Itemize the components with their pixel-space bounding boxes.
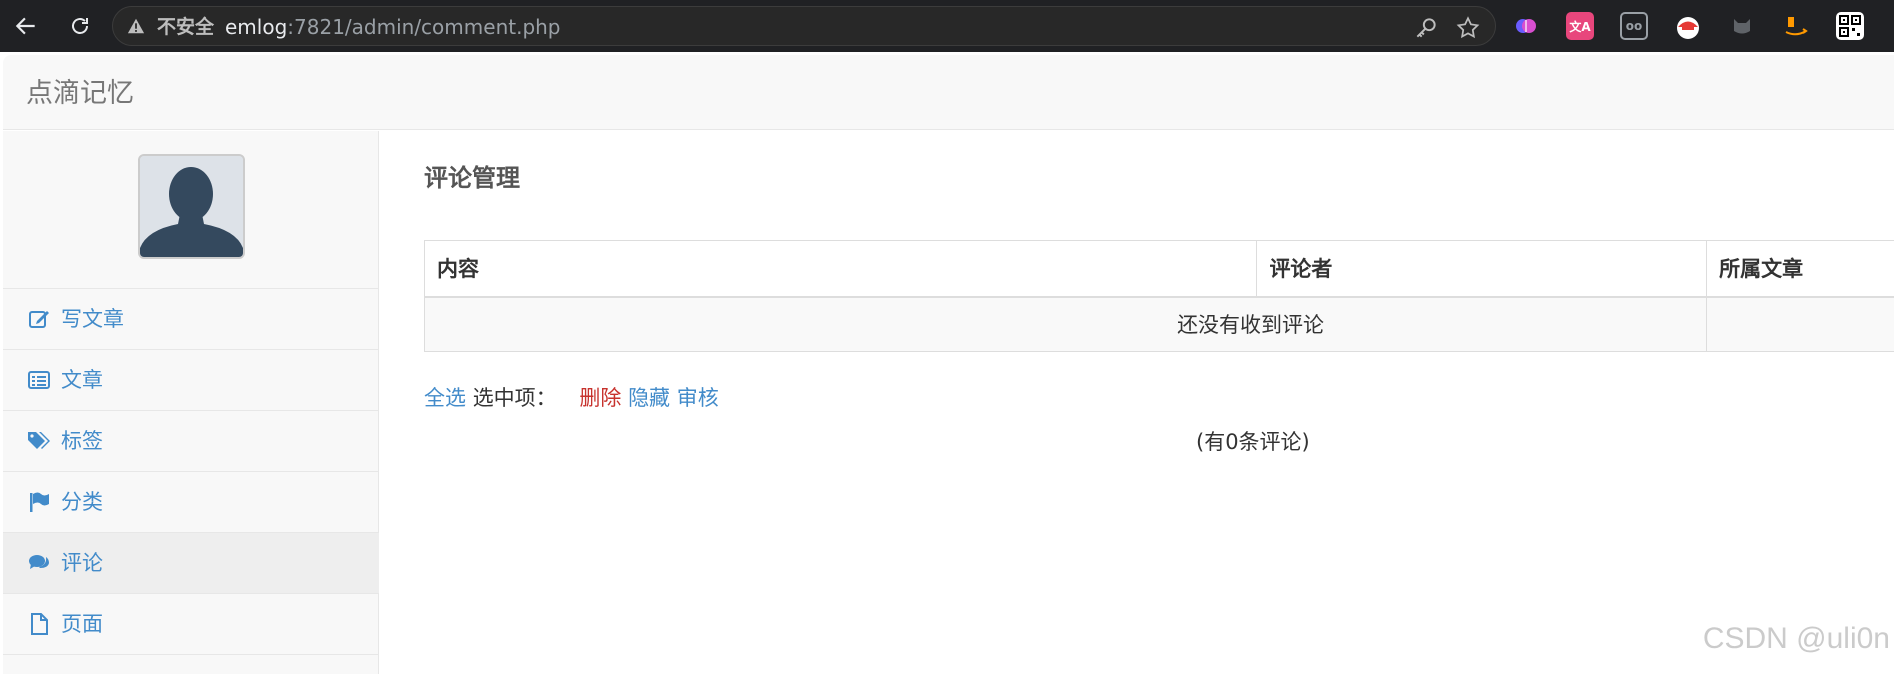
arrow-left-icon xyxy=(15,17,35,35)
sidebar-item-label: 文章 xyxy=(61,368,103,392)
key-icon[interactable] xyxy=(1413,15,1439,41)
comments-icon xyxy=(27,552,51,574)
edit-icon xyxy=(27,308,51,330)
selected-items-label: 选中项： xyxy=(472,386,557,410)
sidebar-item-label: 标签 xyxy=(61,429,103,453)
delete-link[interactable]: 删除 xyxy=(579,386,621,410)
sidebar-item-label: 页面 xyxy=(61,612,103,636)
url-text[interactable]: emlog:7821/admin/comment.php xyxy=(225,17,561,37)
table-row: 还没有收到评论 xyxy=(423,296,1894,352)
approve-link[interactable]: 审核 xyxy=(677,386,719,410)
cat-extension-icon[interactable] xyxy=(1728,12,1756,40)
sidebar-item-write[interactable]: 写文章 xyxy=(3,289,379,350)
brain-extension-icon[interactable] xyxy=(1512,12,1540,40)
reload-icon xyxy=(72,18,88,34)
select-all-link[interactable]: 全选 xyxy=(424,386,466,410)
sidebar-item-comments[interactable]: 评论 xyxy=(3,533,379,594)
comments-table: 内容 评论者 所属文章 还没有收到评论 xyxy=(423,240,1894,352)
avatar-section xyxy=(3,131,379,289)
sidebar-item-tags[interactable]: 标签 xyxy=(3,411,379,472)
glasses-extension-icon[interactable]: oo xyxy=(1620,12,1648,40)
warning-icon[interactable] xyxy=(127,17,145,35)
app-navbar: 点滴记忆 xyxy=(3,55,1894,130)
browser-toolbar: 不安全 emlog:7821/admin/comment.php 文A oo xyxy=(0,0,1894,52)
empty-cell xyxy=(1706,296,1894,352)
list-icon xyxy=(27,369,51,391)
amazon-extension-icon[interactable] xyxy=(1782,12,1810,40)
comment-count: (有0条评论) xyxy=(1196,430,1310,454)
sidebar-item-label: 评论 xyxy=(61,551,103,575)
sidebar-item-articles[interactable]: 文章 xyxy=(3,350,379,411)
file-icon xyxy=(27,613,51,635)
translate-extension-icon[interactable]: 文A xyxy=(1566,12,1594,40)
url-path: :7821/admin/comment.php xyxy=(287,15,561,39)
watermark: CSDN @uli0n xyxy=(1702,622,1890,655)
address-bar[interactable]: 不安全 emlog:7821/admin/comment.php xyxy=(112,6,1496,46)
sidebar-item-categories[interactable]: 分类 xyxy=(3,472,379,533)
sidebar-item-label: 分类 xyxy=(61,490,103,514)
sidebar-item-pages[interactable]: 页面 xyxy=(3,594,379,655)
star-icon[interactable] xyxy=(1455,15,1481,41)
column-header-content: 内容 xyxy=(423,240,1258,298)
empty-message: 还没有收到评论 xyxy=(423,296,1708,352)
site-title[interactable]: 点滴记忆 xyxy=(26,79,134,109)
tomato-extension-icon[interactable] xyxy=(1674,12,1702,40)
column-header-commenter: 评论者 xyxy=(1256,240,1708,298)
flag-icon xyxy=(27,491,51,513)
avatar[interactable] xyxy=(138,154,245,259)
back-button[interactable] xyxy=(6,6,46,46)
url-host: emlog xyxy=(225,15,288,39)
tags-icon xyxy=(27,430,51,452)
user-silhouette-icon xyxy=(140,156,243,257)
qr-code-extension-icon[interactable] xyxy=(1836,12,1864,40)
sidebar: 写文章 文章 标签 分类 评论 页面 xyxy=(3,131,379,674)
batch-actions: 全选 选中项： 删除 隐藏 审核 xyxy=(424,384,719,412)
sidebar-item-label: 写文章 xyxy=(61,307,124,331)
table-header-row: 内容 评论者 所属文章 xyxy=(423,240,1894,298)
reload-button[interactable] xyxy=(60,6,100,46)
hide-link[interactable]: 隐藏 xyxy=(628,386,670,410)
page-title: 评论管理 xyxy=(424,164,520,192)
column-header-article: 所属文章 xyxy=(1706,240,1894,298)
insecure-label[interactable]: 不安全 xyxy=(157,17,214,37)
